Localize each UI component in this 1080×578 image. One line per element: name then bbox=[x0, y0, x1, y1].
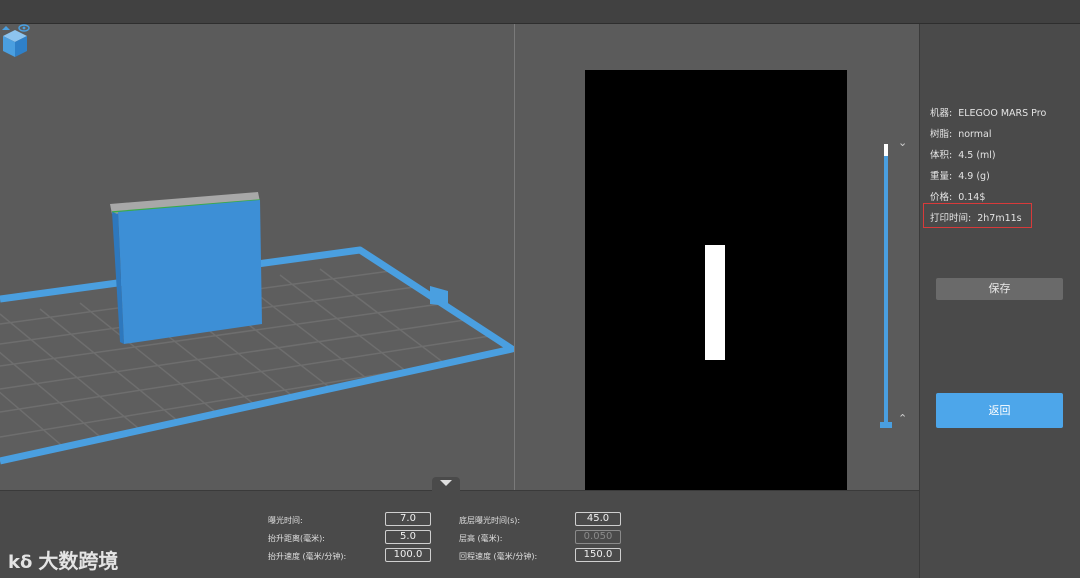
info-volume: 体积: 4.5 (ml) bbox=[930, 150, 996, 161]
expand-panel-button[interactable] bbox=[432, 477, 460, 491]
model-front-face[interactable] bbox=[118, 200, 262, 344]
watermark-text: 大数跨境 bbox=[38, 549, 119, 573]
layer-slider-bottom-handle[interactable] bbox=[880, 422, 892, 428]
print-time-highlight bbox=[923, 203, 1032, 228]
view-cube-icon[interactable] bbox=[0, 24, 30, 60]
save-button[interactable]: 保存 bbox=[936, 278, 1063, 300]
retract-speed-label: 回程速度 (毫米/分钟): bbox=[459, 552, 538, 561]
slice-layer-canvas bbox=[585, 70, 847, 490]
triangle-down-icon bbox=[440, 480, 452, 486]
exposure-label: 曝光时间: bbox=[268, 516, 303, 525]
layer-height-input: 0.050 bbox=[575, 530, 621, 544]
chevron-down-icon[interactable]: ⌄ bbox=[898, 136, 907, 149]
slice-layer-shape bbox=[705, 245, 725, 360]
3d-viewport[interactable] bbox=[0, 24, 514, 490]
layer-height-label: 层高 (毫米): bbox=[459, 534, 503, 543]
print-params-panel: 曝光时间: 7.0 抬升距离(毫米): 5.0 抬升速度 (毫米/分钟): 10… bbox=[0, 477, 919, 578]
chevron-up-icon[interactable]: ⌃ bbox=[898, 412, 907, 425]
exposure-input[interactable]: 7.0 bbox=[385, 512, 431, 526]
layer-slider-track[interactable] bbox=[884, 152, 888, 426]
lift-speed-label: 抬升速度 (毫米/分钟): bbox=[268, 552, 347, 561]
watermark-logo: kδ bbox=[8, 552, 33, 573]
layer-slider-handle[interactable] bbox=[880, 144, 892, 156]
info-machine: 机器: ELEGOO MARS Pro bbox=[930, 108, 1047, 119]
watermark: kδ 大数跨境 bbox=[8, 545, 118, 574]
info-price: 价格: 0.14$ bbox=[930, 192, 986, 203]
info-sidebar: 机器: ELEGOO MARS Pro 树脂: normal 体积: 4.5 (ml)… bbox=[919, 24, 1080, 578]
back-button[interactable]: 返回 bbox=[936, 393, 1063, 428]
info-weight: 重量: 4.9 (g) bbox=[930, 171, 990, 182]
slice-preview-panel: ⌄ ⌃ bbox=[515, 24, 919, 490]
lift-distance-input[interactable]: 5.0 bbox=[385, 530, 431, 544]
retract-speed-input[interactable]: 150.0 bbox=[575, 548, 621, 562]
bottom-exposure-label: 底层曝光时间(s): bbox=[459, 516, 521, 525]
title-bar bbox=[0, 0, 1080, 24]
info-resin: 树脂: normal bbox=[930, 129, 992, 140]
lift-speed-input[interactable]: 100.0 bbox=[385, 548, 431, 562]
bottom-exposure-input[interactable]: 45.0 bbox=[575, 512, 621, 526]
build-plate-scene bbox=[0, 192, 514, 465]
lift-distance-label: 抬升距离(毫米): bbox=[268, 534, 325, 543]
plate-marker bbox=[430, 286, 448, 306]
